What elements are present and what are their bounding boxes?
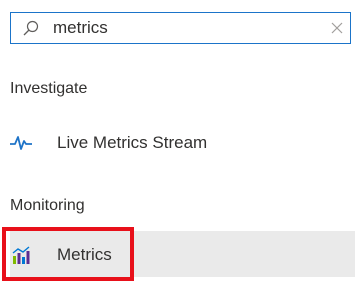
- nav-item-live-metrics-stream[interactable]: Live Metrics Stream: [10, 119, 355, 165]
- section-header-monitoring: Monitoring: [10, 197, 85, 214]
- nav-item-label: Live Metrics Stream: [57, 133, 208, 152]
- bar-chart-icon: [12, 246, 30, 264]
- pulse-icon: [10, 136, 32, 150]
- nav-item-label: Metrics: [57, 245, 112, 264]
- nav-item-metrics[interactable]: Metrics: [10, 231, 355, 277]
- search-input[interactable]: [53, 16, 323, 40]
- search-icon: [23, 20, 39, 36]
- section-header-investigate: Investigate: [10, 80, 88, 97]
- search-box[interactable]: [10, 12, 351, 44]
- close-icon[interactable]: [330, 21, 344, 35]
